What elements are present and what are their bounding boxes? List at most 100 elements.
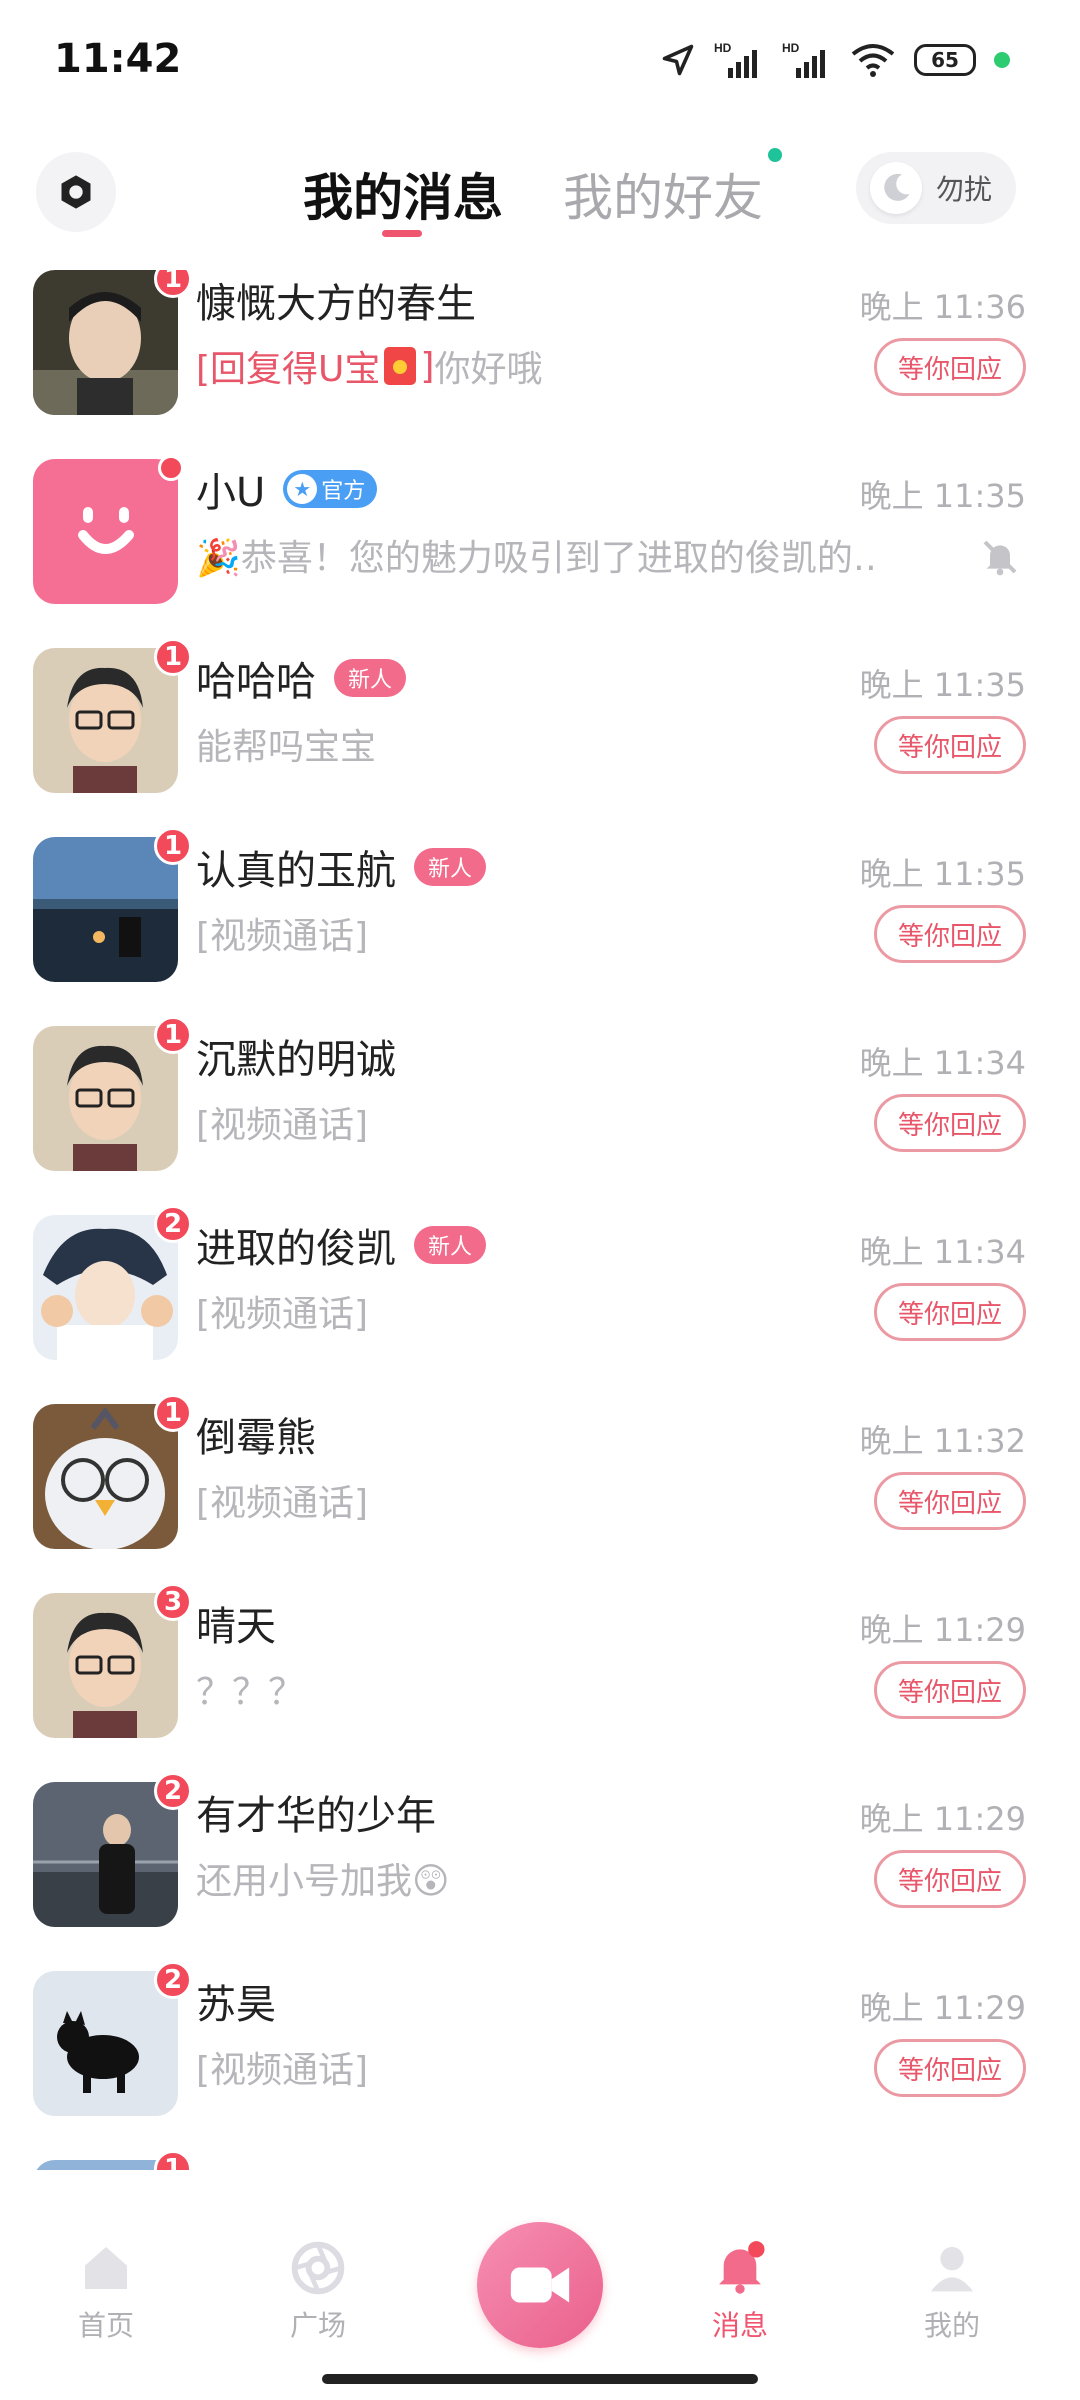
avatar[interactable] [33, 270, 178, 415]
bottom-navigation: 首页 广场 消息 我的 [0, 2200, 1080, 2400]
svg-text:HD: HD [714, 41, 732, 55]
unread-badge: 1 [154, 827, 192, 865]
conversation-item[interactable]: 2 苏昊 晚上 11:29 [视频通话] 等你回应 [0, 1961, 1080, 2160]
await-reply-button[interactable]: 等你回应 [874, 1472, 1026, 1530]
avatar[interactable] [33, 837, 178, 982]
message-time: 晚上 11:34 [859, 1233, 1026, 1271]
avatar[interactable] [33, 459, 178, 604]
conversation-item[interactable]: 1 倒霉熊 晚上 11:32 [视频通话] 等你回应 [0, 1394, 1080, 1593]
svg-text:HD: HD [782, 41, 800, 55]
avatar[interactable] [33, 1215, 178, 1360]
nav-square-label: 广场 [289, 2309, 346, 2342]
message-time: 晚上 11:35 [859, 855, 1026, 893]
await-reply-button[interactable]: 等你回应 [874, 2039, 1026, 2097]
signal-icon: HD [714, 41, 757, 78]
unread-badge: 1 [154, 638, 192, 676]
await-reply-button[interactable]: 等你回应 [874, 1283, 1026, 1341]
signal-icon: HD [782, 41, 825, 78]
preview-reward-close: ] [420, 345, 435, 387]
contact-name: 慷慨大方的春生 [196, 281, 476, 327]
new-user-badge: 新人 [414, 848, 487, 886]
message-time: 晚上 11:35 [859, 666, 1026, 704]
avatar[interactable] [33, 1026, 178, 1171]
unread-badge: 2 [154, 1961, 192, 1999]
video-call-icon [510, 2267, 570, 2303]
await-reply-button[interactable]: 等你回应 [874, 1661, 1026, 1719]
message-time: 晚上 11:35 [859, 477, 1026, 515]
contact-name: 认真的玉航 [196, 848, 396, 894]
message-time: 晚上 11:29 [859, 1989, 1026, 2027]
avatar[interactable] [33, 648, 178, 793]
user-icon [931, 2247, 973, 2292]
unread-badge: 2 [154, 1772, 192, 1810]
avatar[interactable] [33, 1593, 178, 1738]
avatar[interactable] [33, 1971, 178, 2116]
contact-name: 沉默的明诚 [196, 1037, 396, 1083]
friends-notification-dot [768, 148, 782, 162]
message-time: 晚上 11:32 [859, 1422, 1026, 1460]
nav-mine[interactable]: 我的 [892, 2240, 1012, 2344]
conversation-list[interactable]: 1 慷慨大方的春生 晚上 11:36 [回复得U宝 ] 你好哦 等你回应 小U … [0, 270, 1080, 2170]
dnd-knob [870, 162, 922, 214]
tab-my-messages[interactable]: 我的消息 [303, 158, 503, 230]
official-label: 官方 [321, 479, 366, 504]
unread-badge: 3 [154, 1583, 192, 1621]
do-not-disturb-toggle[interactable]: 勿扰 [856, 152, 1016, 224]
message-time: 晚上 11:34 [859, 1044, 1026, 1082]
star-icon: ★ [287, 474, 318, 504]
square-icon [291, 2241, 345, 2295]
wifi-icon [851, 44, 895, 77]
nav-home-label: 首页 [77, 2309, 134, 2342]
conversation-item[interactable]: 1 慷慨大方的春生 晚上 11:36 [回复得U宝 ] 你好哦 等你回应 [0, 270, 1080, 459]
message-preview: [视频通话] [196, 1483, 369, 1524]
await-reply-button[interactable]: 等你回应 [874, 338, 1026, 396]
message-time: 晚上 11:29 [859, 1800, 1026, 1838]
contact-name: 进取的俊凯 [196, 1226, 396, 1272]
await-reply-button[interactable]: 等你回应 [874, 716, 1026, 774]
conversation-item[interactable]: 小U ★ 官方 晚上 11:35 🎉恭喜！您的魅力吸引到了进取的俊凯的‥ [0, 455, 1080, 648]
settings-button[interactable] [36, 152, 116, 232]
conversation-item[interactable]: 1 哈哈哈 新人 晚上 11:35 能帮吗宝宝 等你回应 [0, 638, 1080, 837]
conversation-item[interactable]: 1 认真的玉航 新人 晚上 11:35 [视频通话] 等你回应 [0, 827, 1080, 1026]
message-preview: [回复得U宝 ] 你好哦 [196, 338, 542, 394]
settings-icon [61, 175, 91, 209]
unread-badge: 1 [154, 1016, 192, 1054]
preview-text: 你好哦 [434, 349, 543, 390]
unread-badge: 1 [154, 1394, 192, 1432]
message-preview: [视频通话] [196, 2050, 369, 2091]
nav-square[interactable]: 广场 [258, 2240, 378, 2344]
contact-name: 倒霉熊 [196, 1415, 316, 1461]
avatar[interactable] [33, 1404, 178, 1549]
contact-name: 晴天 [196, 1604, 276, 1650]
contact-name: 小U [196, 470, 266, 516]
preview-reward-text: [回复得U宝 [196, 349, 381, 390]
conversation-item[interactable]: 2 进取的俊凯 新人 晚上 11:34 [视频通话] 等你回应 [0, 1205, 1080, 1404]
conversation-item[interactable]: 1 沉默的明诚 晚上 11:34 [视频通话] 等你回应 [0, 1016, 1080, 1215]
nav-messages-label: 消息 [711, 2309, 768, 2342]
moon-icon [884, 173, 910, 201]
nav-mine-label: 我的 [923, 2309, 980, 2342]
message-preview: [视频通话] [196, 916, 369, 957]
message-preview: 🎉恭喜！您的魅力吸引到了进取的俊凯的‥ [196, 538, 877, 579]
conversation-item[interactable]: 3 晴天 晚上 11:29 ？？？ 等你回应 [0, 1583, 1080, 1782]
await-reply-button[interactable]: 等你回应 [874, 1850, 1026, 1908]
conversation-item[interactable]: 2 有才华的少年 晚上 11:29 还用小号加我😲 等你回应 [0, 1772, 1080, 1971]
message-preview: ？？？ [196, 1672, 305, 1713]
tab-my-friends[interactable]: 我的好友 [563, 158, 763, 230]
contact-name: 哈哈哈 [196, 659, 316, 705]
contact-name: 有才华的少年 [196, 1793, 436, 1839]
nav-messages[interactable]: 消息 [680, 2240, 800, 2344]
await-reply-button[interactable]: 等你回应 [874, 1094, 1026, 1152]
tab-active-indicator [382, 230, 422, 237]
message-time: 晚上 11:36 [859, 288, 1026, 326]
video-call-button[interactable] [477, 2222, 603, 2348]
red-packet-icon [384, 347, 417, 385]
message-preview: [视频通话] [196, 1294, 369, 1335]
nav-home[interactable]: 首页 [46, 2240, 166, 2344]
avatar[interactable] [33, 1782, 178, 1927]
mute-icon [983, 540, 1017, 576]
await-reply-button[interactable]: 等你回应 [874, 905, 1026, 963]
dnd-label: 勿扰 [936, 173, 993, 206]
message-preview: [视频通话] [196, 1105, 369, 1146]
conversation-item[interactable]: 1 [0, 2150, 1080, 2170]
